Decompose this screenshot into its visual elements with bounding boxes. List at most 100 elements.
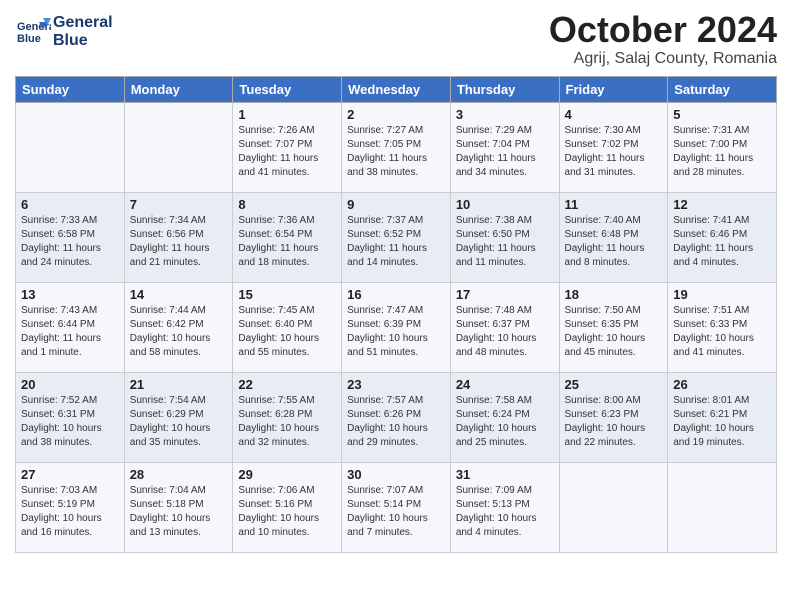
day-number: 31 <box>456 467 554 482</box>
title-block: October 2024 Agrij, Salaj County, Romani… <box>549 10 777 68</box>
week-row-4: 20Sunrise: 7:52 AM Sunset: 6:31 PM Dayli… <box>16 372 777 462</box>
day-info: Sunrise: 7:07 AM Sunset: 5:14 PM Dayligh… <box>347 484 445 540</box>
day-number: 4 <box>565 107 663 122</box>
day-number: 19 <box>673 287 771 302</box>
cell-w3-d1: 14 Sunrise: 7:44 AM Sunset: 6:42 PM Dayli… <box>124 282 233 372</box>
day-info: Sunrise: 7:29 AM Sunset: 7:04 PM Dayligh… <box>456 124 554 180</box>
cell-w3-d3: 16Sunrise: 7:47 AM Sunset: 6:39 PM Dayli… <box>342 282 451 372</box>
day-info: Sunrise: 7:09 AM Sunset: 5:13 PM Dayligh… <box>456 484 554 540</box>
cell-w1-d3: 2 Sunrise: 7:27 AM Sunset: 7:05 PM Daylig… <box>342 102 451 192</box>
day-number: 9 <box>347 197 445 212</box>
day-number: 5 <box>673 107 771 122</box>
day-info: Sunrise: 7:43 AM Sunset: 6:44 PM Dayligh… <box>21 304 119 360</box>
day-number: 18 <box>565 287 663 302</box>
week-row-3: 13 Sunrise: 7:43 AM Sunset: 6:44 PM Dayli… <box>16 282 777 372</box>
day-number: 23 <box>347 377 445 392</box>
day-number: 17 <box>456 287 554 302</box>
cell-w1-d1 <box>124 102 233 192</box>
logo: General Blue General Blue <box>15 14 113 50</box>
day-info: Sunrise: 7:31 AM Sunset: 7:00 PM Dayligh… <box>673 124 771 180</box>
cell-w3-d6: 19 Sunrise: 7:51 AM Sunset: 6:33 PM Dayli… <box>668 282 777 372</box>
cell-w4-d6: 26 Sunrise: 8:01 AM Sunset: 6:21 PM Dayli… <box>668 372 777 462</box>
cell-w2-d2: 8 Sunrise: 7:36 AM Sunset: 6:54 PM Daylig… <box>233 192 342 282</box>
col-wednesday: Wednesday <box>342 76 451 102</box>
day-number: 28 <box>130 467 228 482</box>
day-number: 1 <box>238 107 336 122</box>
day-info: Sunrise: 7:27 AM Sunset: 7:05 PM Dayligh… <box>347 124 445 180</box>
day-info: Sunrise: 7:57 AM Sunset: 6:26 PM Dayligh… <box>347 394 445 450</box>
cell-w1-d2: 1Sunrise: 7:26 AM Sunset: 7:07 PM Daylig… <box>233 102 342 192</box>
day-number: 2 <box>347 107 445 122</box>
col-friday: Friday <box>559 76 668 102</box>
day-number: 13 <box>21 287 119 302</box>
cell-w4-d1: 21 Sunrise: 7:54 AM Sunset: 6:29 PM Dayli… <box>124 372 233 462</box>
day-number: 26 <box>673 377 771 392</box>
cell-w5-d1: 28 Sunrise: 7:04 AM Sunset: 5:18 PM Dayli… <box>124 462 233 552</box>
day-info: Sunrise: 7:38 AM Sunset: 6:50 PM Dayligh… <box>456 214 554 270</box>
cell-w1-d5: 4 Sunrise: 7:30 AM Sunset: 7:02 PM Daylig… <box>559 102 668 192</box>
cell-w5-d2: 29 Sunrise: 7:06 AM Sunset: 5:16 PM Dayli… <box>233 462 342 552</box>
day-number: 3 <box>456 107 554 122</box>
col-saturday: Saturday <box>668 76 777 102</box>
day-info: Sunrise: 7:41 AM Sunset: 6:46 PM Dayligh… <box>673 214 771 270</box>
logo-icon: General Blue <box>15 14 51 50</box>
header: General Blue General Blue October 2024 A… <box>15 10 777 68</box>
day-number: 21 <box>130 377 228 392</box>
col-thursday: Thursday <box>450 76 559 102</box>
cell-w1-d0 <box>16 102 125 192</box>
cell-w4-d0: 20Sunrise: 7:52 AM Sunset: 6:31 PM Dayli… <box>16 372 125 462</box>
cell-w2-d3: 9Sunrise: 7:37 AM Sunset: 6:52 PM Daylig… <box>342 192 451 282</box>
day-info: Sunrise: 7:30 AM Sunset: 7:02 PM Dayligh… <box>565 124 663 180</box>
day-info: Sunrise: 7:55 AM Sunset: 6:28 PM Dayligh… <box>238 394 336 450</box>
col-tuesday: Tuesday <box>233 76 342 102</box>
day-number: 15 <box>238 287 336 302</box>
cell-w3-d4: 17 Sunrise: 7:48 AM Sunset: 6:37 PM Dayli… <box>450 282 559 372</box>
cell-w5-d5 <box>559 462 668 552</box>
week-row-2: 6Sunrise: 7:33 AM Sunset: 6:58 PM Daylig… <box>16 192 777 282</box>
cell-w4-d3: 23 Sunrise: 7:57 AM Sunset: 6:26 PM Dayli… <box>342 372 451 462</box>
calendar-table: Sunday Monday Tuesday Wednesday Thursday… <box>15 76 777 553</box>
day-info: Sunrise: 7:36 AM Sunset: 6:54 PM Dayligh… <box>238 214 336 270</box>
day-number: 12 <box>673 197 771 212</box>
day-number: 16 <box>347 287 445 302</box>
day-info: Sunrise: 7:40 AM Sunset: 6:48 PM Dayligh… <box>565 214 663 270</box>
day-info: Sunrise: 8:01 AM Sunset: 6:21 PM Dayligh… <box>673 394 771 450</box>
day-number: 22 <box>238 377 336 392</box>
cell-w5-d6 <box>668 462 777 552</box>
cell-w4-d5: 25 Sunrise: 8:00 AM Sunset: 6:23 PM Dayli… <box>559 372 668 462</box>
cell-w5-d4: 31 Sunrise: 7:09 AM Sunset: 5:13 PM Dayli… <box>450 462 559 552</box>
day-number: 30 <box>347 467 445 482</box>
day-number: 7 <box>130 197 228 212</box>
cell-w5-d3: 30 Sunrise: 7:07 AM Sunset: 5:14 PM Dayli… <box>342 462 451 552</box>
day-info: Sunrise: 7:06 AM Sunset: 5:16 PM Dayligh… <box>238 484 336 540</box>
day-number: 25 <box>565 377 663 392</box>
cell-w3-d5: 18 Sunrise: 7:50 AM Sunset: 6:35 PM Dayli… <box>559 282 668 372</box>
day-number: 24 <box>456 377 554 392</box>
cell-w2-d1: 7 Sunrise: 7:34 AM Sunset: 6:56 PM Daylig… <box>124 192 233 282</box>
day-info: Sunrise: 7:54 AM Sunset: 6:29 PM Dayligh… <box>130 394 228 450</box>
day-info: Sunrise: 7:03 AM Sunset: 5:19 PM Dayligh… <box>21 484 119 540</box>
day-info: Sunrise: 8:00 AM Sunset: 6:23 PM Dayligh… <box>565 394 663 450</box>
day-info: Sunrise: 7:04 AM Sunset: 5:18 PM Dayligh… <box>130 484 228 540</box>
day-info: Sunrise: 7:44 AM Sunset: 6:42 PM Dayligh… <box>130 304 228 360</box>
day-number: 11 <box>565 197 663 212</box>
day-number: 8 <box>238 197 336 212</box>
day-number: 29 <box>238 467 336 482</box>
cell-w4-d2: 22 Sunrise: 7:55 AM Sunset: 6:28 PM Dayli… <box>233 372 342 462</box>
cell-w3-d0: 13 Sunrise: 7:43 AM Sunset: 6:44 PM Dayli… <box>16 282 125 372</box>
day-info: Sunrise: 7:48 AM Sunset: 6:37 PM Dayligh… <box>456 304 554 360</box>
main-container: General Blue General Blue October 2024 A… <box>0 0 792 568</box>
day-number: 27 <box>21 467 119 482</box>
day-info: Sunrise: 7:50 AM Sunset: 6:35 PM Dayligh… <box>565 304 663 360</box>
logo-text-line1: General <box>53 14 113 32</box>
day-info: Sunrise: 7:34 AM Sunset: 6:56 PM Dayligh… <box>130 214 228 270</box>
cell-w1-d4: 3 Sunrise: 7:29 AM Sunset: 7:04 PM Daylig… <box>450 102 559 192</box>
col-monday: Monday <box>124 76 233 102</box>
day-number: 6 <box>21 197 119 212</box>
cell-w2-d0: 6Sunrise: 7:33 AM Sunset: 6:58 PM Daylig… <box>16 192 125 282</box>
cell-w5-d0: 27 Sunrise: 7:03 AM Sunset: 5:19 PM Dayli… <box>16 462 125 552</box>
cell-w3-d2: 15Sunrise: 7:45 AM Sunset: 6:40 PM Dayli… <box>233 282 342 372</box>
day-number: 14 <box>130 287 228 302</box>
cell-w2-d5: 11 Sunrise: 7:40 AM Sunset: 6:48 PM Dayli… <box>559 192 668 282</box>
day-info: Sunrise: 7:51 AM Sunset: 6:33 PM Dayligh… <box>673 304 771 360</box>
